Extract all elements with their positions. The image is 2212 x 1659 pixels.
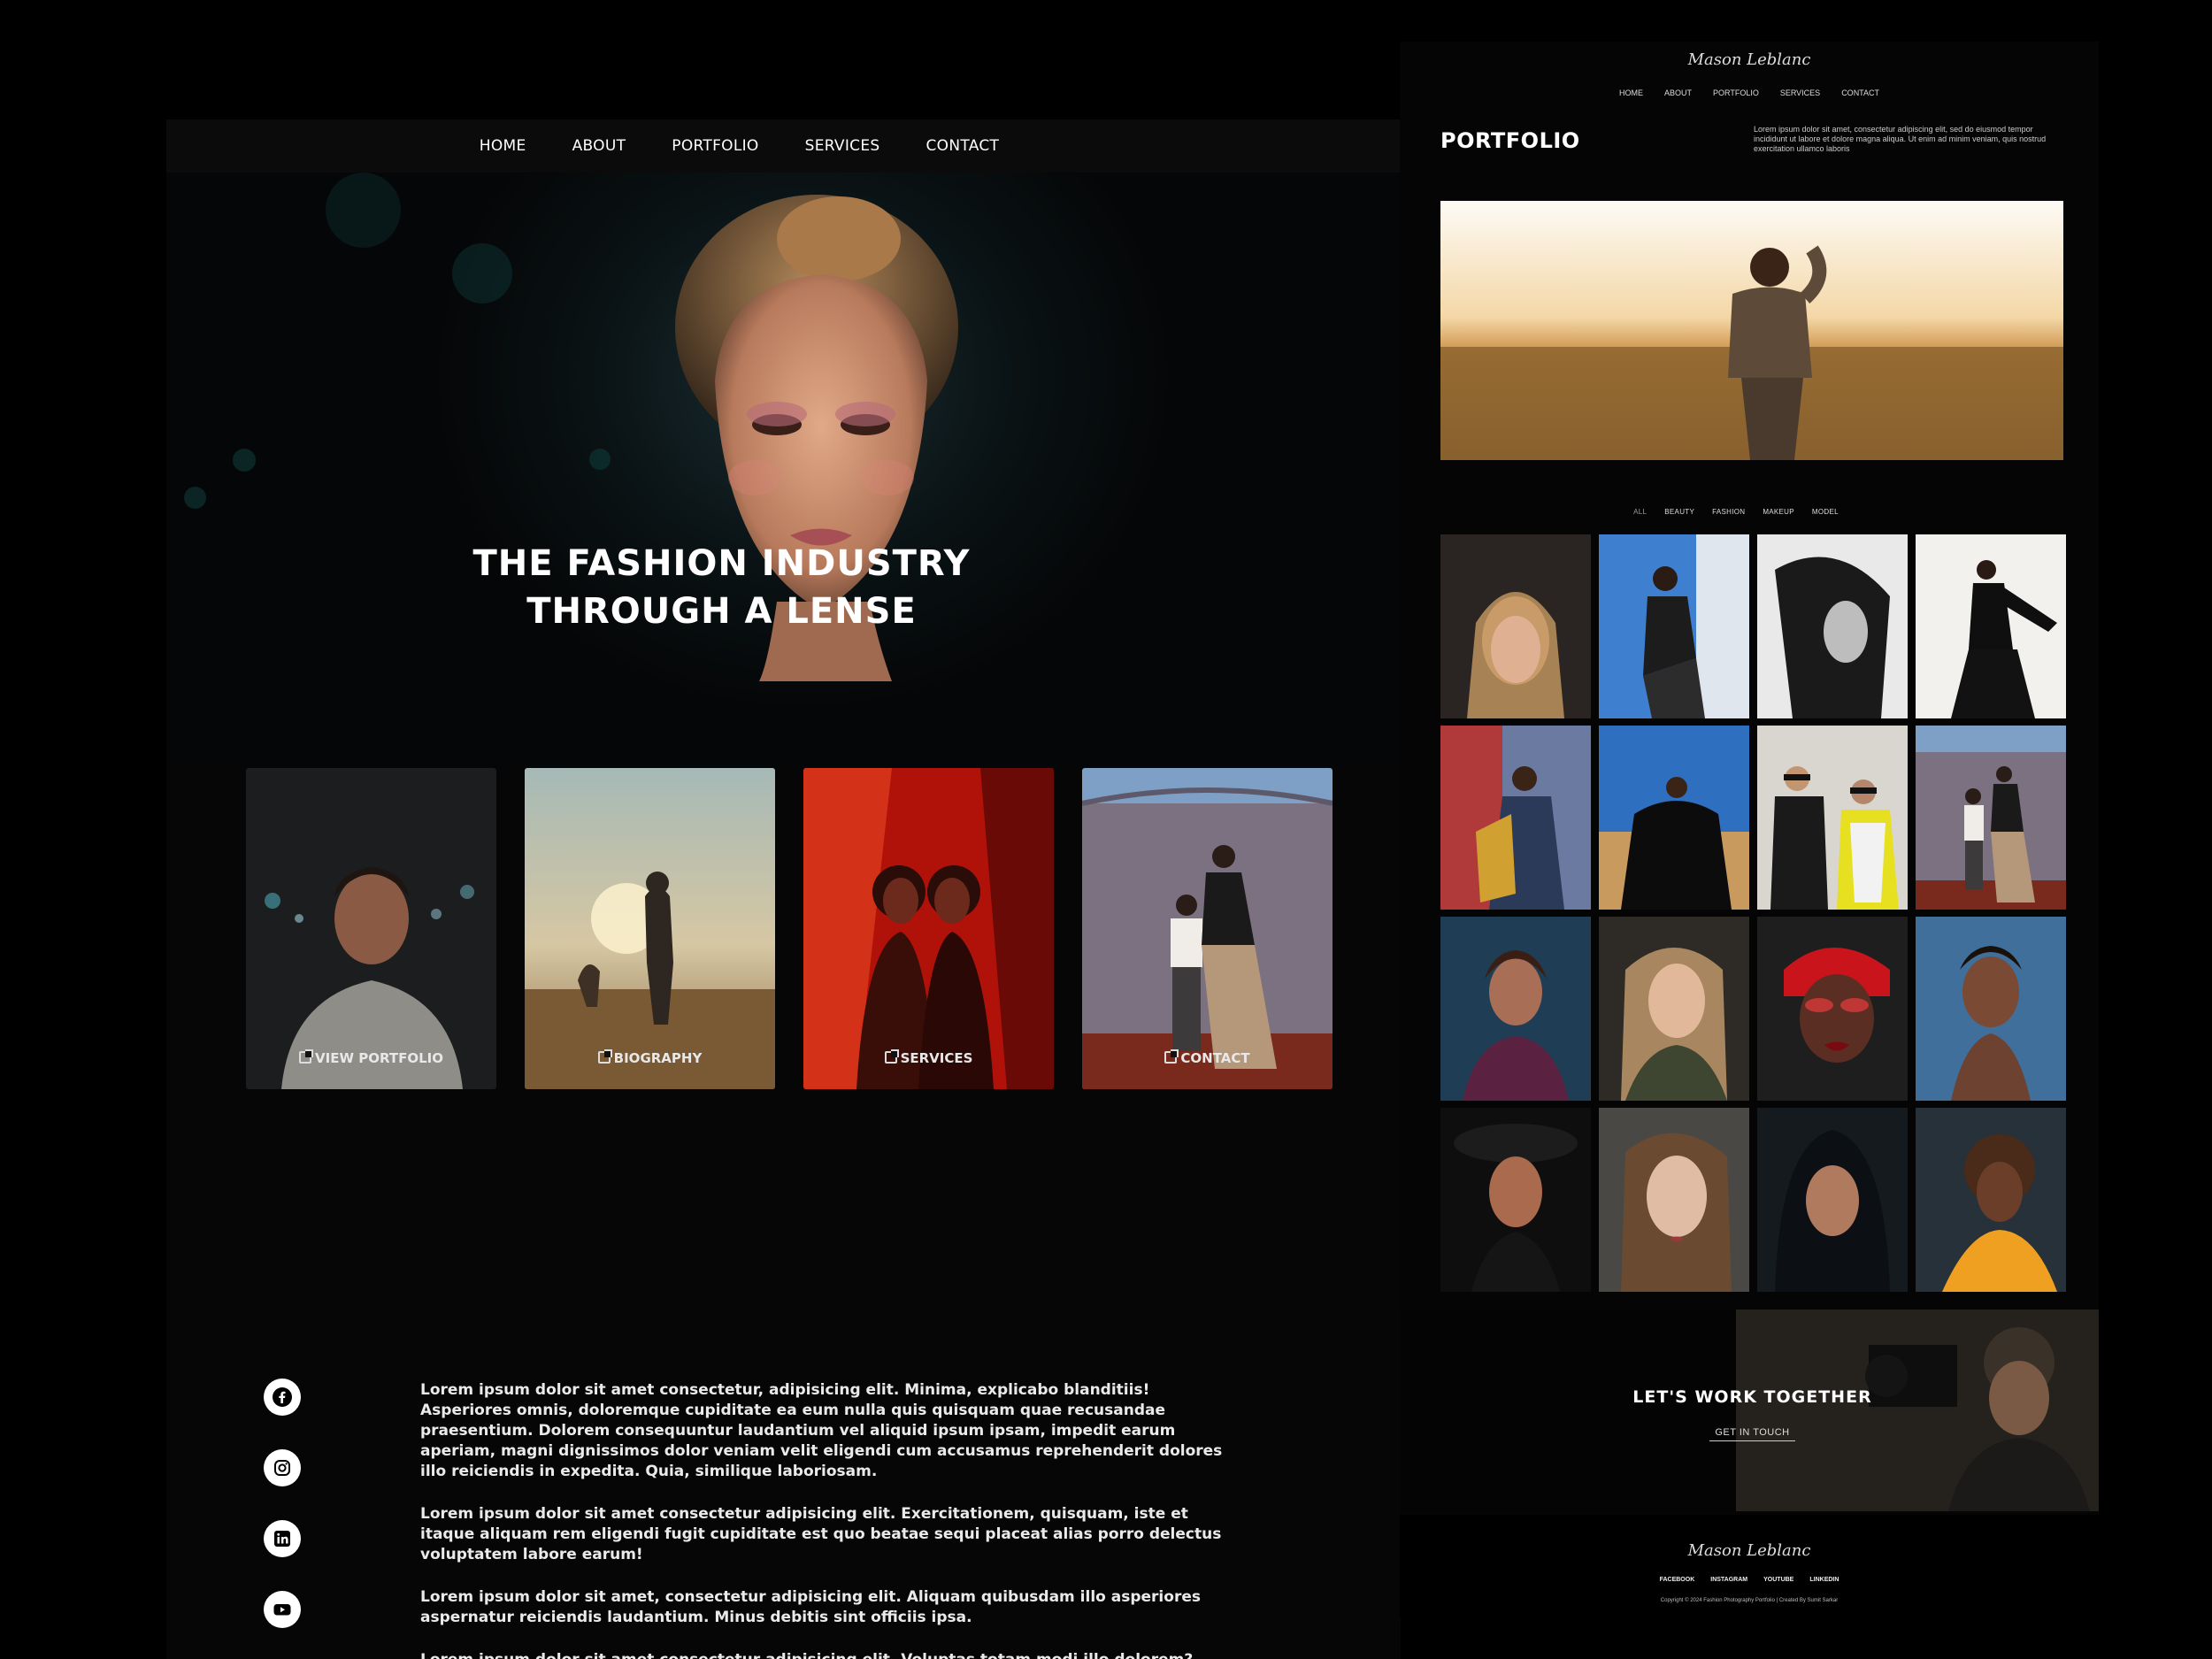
site-footer: Mason Leblanc FACEBOOK INSTAGRAM YOUTUBE… [1400, 1515, 2099, 1617]
gallery-item[interactable] [1916, 534, 2066, 718]
footer-social-links: FACEBOOK INSTAGRAM YOUTUBE LINKEDIN [1400, 1577, 2099, 1583]
bokeh-light [452, 243, 512, 303]
gallery-item[interactable] [1757, 917, 1908, 1101]
biography-text: Lorem ipsum dolor sit amet consectetur, … [420, 1381, 1223, 1659]
gallery-item[interactable] [1757, 1108, 1908, 1292]
portfolio-grid [1440, 534, 2066, 1292]
portfolio-intro: Lorem ipsum dolor sit amet, consectetur … [1754, 125, 2047, 153]
bokeh-light [326, 173, 401, 248]
external-link-icon [884, 1049, 899, 1064]
facebook-icon[interactable] [264, 1379, 301, 1416]
work-together-section: LET'S WORK TOGETHER GET IN TOUCH [1400, 1310, 2099, 1511]
footer-link-linkedin[interactable]: LINKEDIN [1809, 1577, 1839, 1583]
footer-link-youtube[interactable]: YOUTUBE [1763, 1577, 1793, 1583]
external-link-icon [597, 1049, 612, 1064]
copyright-text: Copyright © 2024 Fashion Photography Por… [1660, 1598, 1839, 1603]
main-nav: HOME ABOUT PORTFOLIO SERVICES CONTACT [166, 119, 1401, 173]
instagram-icon[interactable] [264, 1449, 301, 1486]
linkedin-icon[interactable] [264, 1520, 301, 1557]
card-contact[interactable]: CONTACT [1082, 768, 1333, 1089]
gallery-item[interactable] [1440, 534, 1591, 718]
external-link-icon [299, 1049, 314, 1064]
filter-all[interactable]: ALL [1633, 508, 1647, 516]
gallery-item[interactable] [1599, 534, 1749, 718]
bokeh-light [233, 449, 256, 472]
nav-home[interactable]: HOME [1619, 88, 1643, 97]
filter-fashion[interactable]: FASHION [1712, 508, 1745, 516]
gallery-item[interactable] [1757, 534, 1908, 718]
nav-portfolio[interactable]: PORTFOLIO [1713, 88, 1759, 97]
portfolio-filters: ALL BEAUTY FASHION MAKEUP MODEL [1400, 508, 2099, 516]
nav-about[interactable]: ABOUT [572, 137, 626, 155]
card-biography[interactable]: BIOGRAPHY [525, 768, 775, 1089]
cta-photographer-photo [1736, 1310, 2099, 1511]
social-links [264, 1379, 301, 1659]
gallery-item[interactable] [1599, 1108, 1749, 1292]
filter-beauty[interactable]: BEAUTY [1664, 508, 1694, 516]
gallery-item[interactable] [1916, 726, 2066, 910]
gallery-item[interactable] [1599, 726, 1749, 910]
youtube-icon[interactable] [264, 1591, 301, 1628]
hero-section: THE FASHION INDUSTRY THROUGH A LENSE [166, 173, 1401, 770]
feature-cards: VIEW PORTFOLIO BIOGRAPHY SERVICES CONTAC… [246, 768, 1333, 1089]
footer-logo[interactable]: Mason Leblanc [1400, 1541, 2099, 1560]
nav-contact[interactable]: CONTACT [926, 137, 999, 155]
card-photo [803, 768, 1054, 1089]
get-in-touch-link[interactable]: GET IN TOUCH [1709, 1427, 1795, 1441]
card-photo [246, 768, 496, 1089]
gallery-item[interactable] [1440, 726, 1591, 910]
gallery-item[interactable] [1599, 917, 1749, 1101]
external-link-icon [1164, 1049, 1179, 1064]
card-view-portfolio[interactable]: VIEW PORTFOLIO [246, 768, 496, 1089]
bokeh-light [589, 449, 611, 470]
gallery-item[interactable] [1440, 1108, 1591, 1292]
cta-title: LET'S WORK TOGETHER [1632, 1387, 1872, 1407]
footer-link-instagram[interactable]: INSTAGRAM [1710, 1577, 1747, 1583]
hero-title: THE FASHION INDUSTRY THROUGH A LENSE [472, 543, 971, 632]
home-page-preview: HOME ABOUT PORTFOLIO SERVICES CONTACT TH… [166, 119, 1401, 1659]
gallery-item[interactable] [1916, 917, 2066, 1101]
gallery-item[interactable] [1916, 1108, 2066, 1292]
card-photo [525, 768, 775, 1089]
portfolio-banner-photo [1440, 201, 2063, 460]
portfolio-page-preview: Mason Leblanc HOME ABOUT PORTFOLIO SERVI… [1400, 42, 2099, 1617]
card-services[interactable]: SERVICES [803, 768, 1054, 1089]
filter-model[interactable]: MODEL [1812, 508, 1839, 516]
nav-portfolio[interactable]: PORTFOLIO [672, 137, 758, 155]
gallery-item[interactable] [1757, 726, 1908, 910]
nav-services[interactable]: SERVICES [805, 137, 880, 155]
page-title: PORTFOLIO [1440, 128, 1580, 153]
gallery-item[interactable] [1440, 917, 1591, 1101]
bokeh-light [184, 487, 206, 509]
site-logo[interactable]: Mason Leblanc [1400, 50, 2099, 69]
footer-link-facebook[interactable]: FACEBOOK [1660, 1577, 1695, 1583]
nav-contact[interactable]: CONTACT [1841, 88, 1879, 97]
nav-services[interactable]: SERVICES [1780, 88, 1820, 97]
nav-about[interactable]: ABOUT [1664, 88, 1692, 97]
nav-home[interactable]: HOME [480, 137, 526, 155]
card-photo [1082, 768, 1333, 1089]
portfolio-nav: HOME ABOUT PORTFOLIO SERVICES CONTACT [1400, 88, 2099, 97]
filter-makeup[interactable]: MAKEUP [1763, 508, 1794, 516]
